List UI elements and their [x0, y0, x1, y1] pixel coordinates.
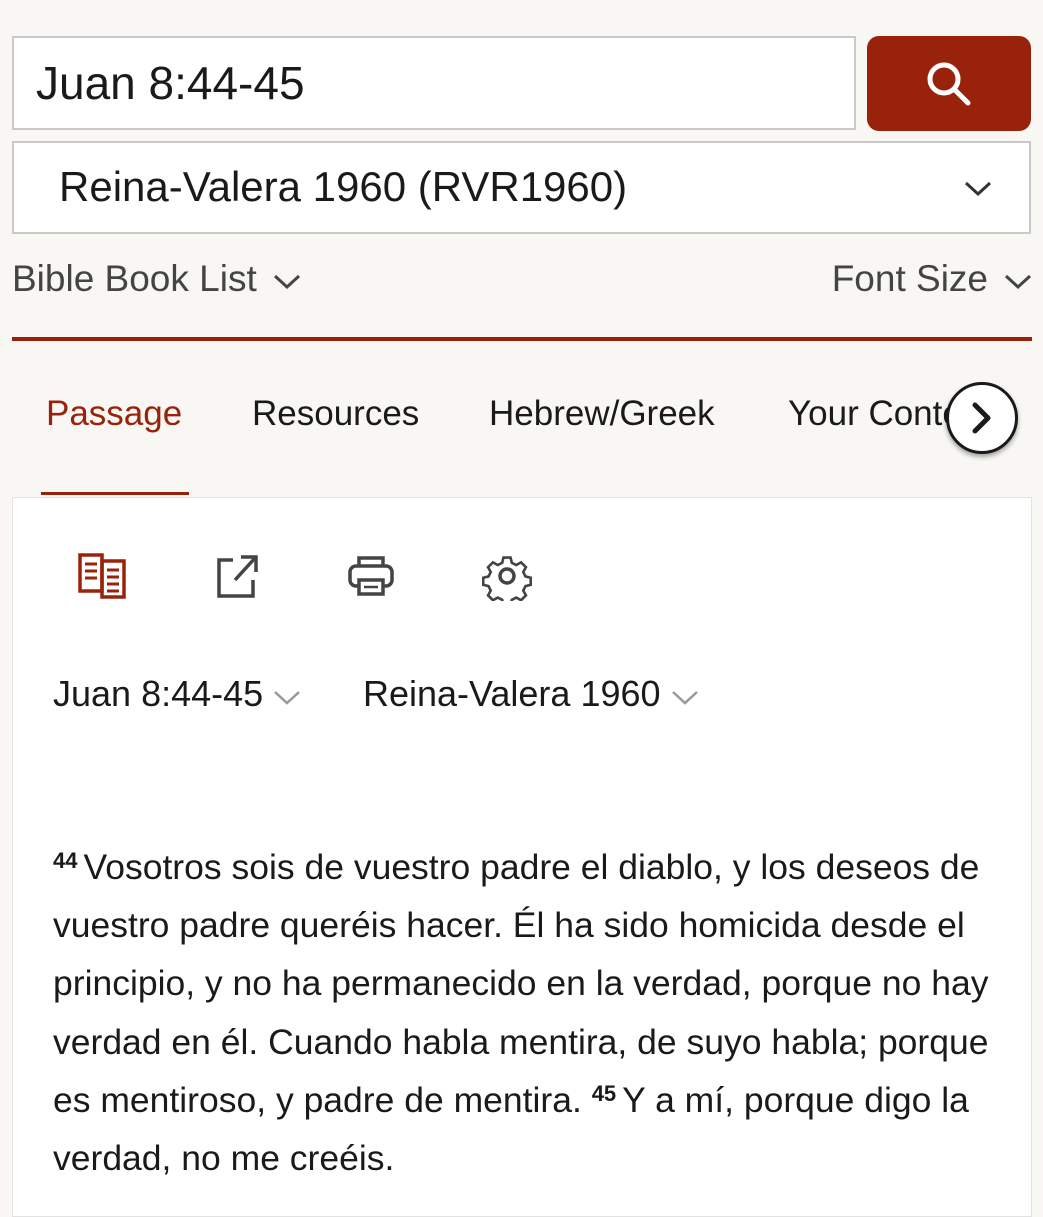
font-size-label: Font Size — [831, 258, 988, 299]
tab-bar: Passage Resources Hebrew/Greek Your Cont… — [0, 370, 1043, 496]
share-button[interactable] — [209, 548, 265, 604]
tabs-scroll-right-button[interactable] — [946, 382, 1018, 454]
parallel-view-button[interactable] — [75, 548, 131, 604]
version-select[interactable]: Reina-Valera 1960 (RVR1960) — [12, 141, 1031, 234]
chevron-down-icon — [671, 691, 698, 705]
tab-your-content[interactable]: Your Content — [788, 394, 948, 434]
verse-number: 44 — [53, 848, 78, 873]
bible-book-list-label: Bible Book List — [12, 258, 257, 299]
sub-nav: Bible Book List Font Size — [12, 252, 1032, 312]
passage-reference-dropdown[interactable]: Juan 8:44-45 — [53, 673, 301, 715]
verse-number: 45 — [591, 1080, 617, 1106]
chevron-right-icon — [972, 402, 991, 434]
print-icon — [348, 556, 394, 596]
settings-button[interactable] — [479, 548, 535, 604]
search-row — [12, 36, 1032, 132]
print-button[interactable] — [343, 548, 399, 604]
tab-resources[interactable]: Resources — [252, 394, 419, 434]
font-size-dropdown[interactable]: Font Size — [832, 258, 1032, 300]
passage-version-dropdown[interactable]: Reina-Valera 1960 — [363, 673, 699, 715]
bible-book-list-dropdown[interactable]: Bible Book List — [12, 258, 301, 300]
parallel-view-icon — [78, 553, 126, 599]
divider — [12, 337, 1032, 341]
tab-hebrew-greek[interactable]: Hebrew/Greek — [489, 394, 715, 434]
passage-panel: Juan 8:44-45 Reina-Valera 1960 44 Vosotro… — [12, 497, 1032, 1217]
chevron-down-icon — [273, 274, 300, 290]
passage-reference: Juan 8:44-45 — [53, 673, 264, 714]
version-select-label: Reina-Valera 1960 (RVR1960) — [59, 163, 628, 210]
passage-version: Reina-Valera 1960 — [363, 673, 661, 714]
chevron-down-icon — [1004, 274, 1032, 290]
chevron-down-icon — [274, 691, 301, 705]
settings-icon — [482, 556, 532, 601]
search-button[interactable] — [867, 36, 1031, 131]
share-icon — [217, 555, 258, 598]
search-input[interactable] — [12, 36, 856, 130]
tab-passage[interactable]: Passage — [46, 394, 182, 434]
search-icon — [927, 62, 971, 105]
chevron-down-icon — [964, 181, 992, 197]
passage-text: 44 Vosotros sois de vuestro padre el diab… — [53, 838, 1013, 1187]
active-tab-indicator — [41, 492, 189, 495]
